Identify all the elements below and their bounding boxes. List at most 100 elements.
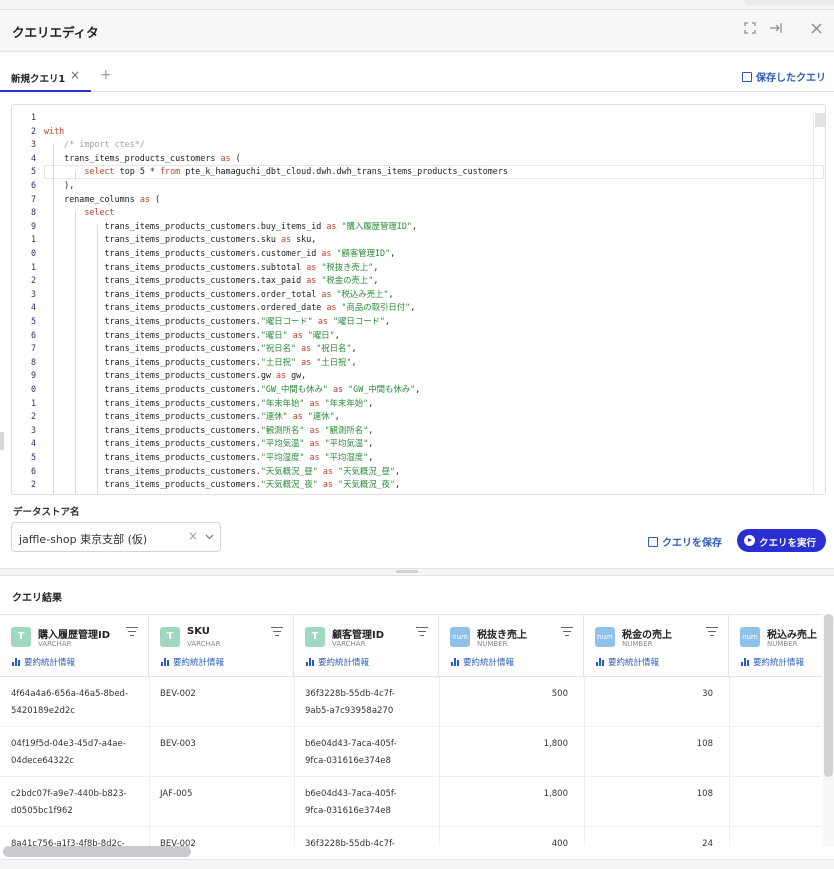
code-line[interactable]: 2 trans_items_products_customers.tax_pai… — [12, 274, 812, 288]
editor-scrollbar[interactable] — [815, 113, 825, 127]
add-tab-icon[interactable]: + — [100, 67, 112, 83]
column-header[interactable]: num 税込み売上 NUMBER 要約統計情報 — [729, 615, 822, 678]
clear-icon[interactable]: × — [188, 529, 198, 543]
line-number: 1 — [30, 234, 36, 245]
tab-new-query-1[interactable]: 新規クエリ1 × — [0, 63, 91, 92]
results-horizontal-scrollbar[interactable] — [0, 846, 822, 857]
indent-guide — [75, 211, 76, 494]
top-strip — [0, 0, 834, 10]
code-line[interactable]: 1 trans_items_products_customers."年末年始" … — [12, 397, 812, 411]
table-cell: 36f3228b-55db-4c7f- 9ab5-a7c93958a270 — [305, 839, 395, 846]
code-line[interactable]: 5 trans_items_products_customers."曜日コード"… — [12, 315, 812, 329]
code-text: rename_columns as ( — [44, 193, 160, 204]
code-line[interactable]: 3 /* import ctes*/ — [12, 138, 812, 152]
line-number: 7 — [30, 343, 36, 354]
column-header[interactable]: num 税抜き売上 NUMBER 要約統計情報 — [439, 615, 584, 678]
code-line[interactable]: 4 trans_items_products_customers."平均気温" … — [12, 437, 812, 451]
line-number: 7 — [30, 193, 36, 204]
save-query-label: クエリを保存 — [662, 538, 722, 549]
code-line[interactable]: 0 trans_items_products_customers."GW_中間も… — [12, 383, 812, 397]
summary-stats-link[interactable]: 要約統計情報 — [596, 656, 659, 668]
code-line[interactable]: 1 trans_items_products_customers.subtota… — [12, 261, 812, 275]
text-type-icon: T — [305, 627, 325, 647]
table-row[interactable]: 04f19f5d-04e3-45d7-a4ae- 04dece64322c BEV… — [0, 727, 822, 777]
sql-editor[interactable]: 1 2 with 3 /* import ctes*/4 trans_items_pr… — [11, 104, 826, 495]
datastore-select[interactable]: jaffle-shop 東京支部 (仮) × — [11, 522, 221, 552]
table-row[interactable]: 4f64a4a6-656a-46a5-8bed- 5420189e2d2c BEV… — [0, 677, 822, 727]
bar-chart-icon — [741, 658, 750, 666]
filter-icon[interactable] — [126, 627, 138, 637]
code-line[interactable]: 6 ), — [12, 179, 812, 193]
code-line[interactable]: 6 trans_items_products_customers."天気概況_昼… — [12, 465, 812, 479]
code-line[interactable]: 1 trans_items_products_customers.sku as … — [12, 233, 812, 247]
table-row[interactable]: 8a41c756-a1f3-4f8b-8d2c- 7b6c9f0e1a33 BEV… — [0, 827, 822, 846]
run-query-button[interactable]: クエリを実行 — [737, 529, 826, 552]
close-icon[interactable] — [807, 22, 825, 40]
table-cell: 500 — [551, 689, 568, 699]
line-number: 8 — [30, 207, 36, 218]
summary-stats-link[interactable]: 要約統計情報 — [161, 656, 224, 668]
table-cell: 108 — [696, 789, 713, 799]
code-line[interactable]: 8 trans_items_products_customers."土日祝" a… — [12, 356, 812, 370]
datastore-value: jaffle-shop 東京支部 (仮) — [19, 533, 148, 546]
saved-queries-button[interactable]: 保存したクエリ — [742, 69, 826, 84]
summary-stats-link[interactable]: 要約統計情報 — [12, 656, 75, 668]
filter-icon[interactable] — [271, 627, 283, 637]
code-line[interactable]: 4 trans_items_products_customers as ( — [12, 152, 812, 166]
line-number: 5 — [30, 316, 36, 326]
resize-handle[interactable] — [0, 432, 4, 450]
save-query-button[interactable]: クエリを保存 — [648, 534, 722, 549]
code-line[interactable]: 8 select — [12, 206, 812, 220]
line-number: 4 — [30, 302, 36, 313]
table-cell: 4f64a4a6-656a-46a5-8bed- 5420189e2d2c — [11, 689, 129, 716]
code-line[interactable]: 3 trans_items_products_customers."観測所名" … — [12, 424, 812, 438]
summary-stats-link[interactable]: 要約統計情報 — [741, 656, 804, 668]
code-line[interactable]: 7 rename_columns as ( — [12, 193, 812, 207]
expand-icon[interactable] — [741, 22, 759, 40]
filter-icon[interactable] — [416, 627, 428, 637]
code-line[interactable]: 0 trans_items_products_customers.custome… — [12, 247, 812, 261]
filter-icon[interactable] — [706, 627, 718, 637]
code-text: trans_items_products_customers.buy_items… — [44, 220, 417, 231]
results-vertical-scrollbar[interactable] — [823, 614, 834, 846]
code-line[interactable]: 2 trans_items_products_customers."天気概況_夜… — [12, 478, 812, 492]
code-line[interactable]: 2 with — [12, 125, 812, 139]
code-line[interactable]: 2 trans_items_products_customers."連休" as… — [12, 410, 812, 424]
code-text: select — [84, 207, 115, 218]
bar-chart-icon — [596, 658, 605, 666]
number-type-icon: num — [740, 627, 760, 647]
divider-grip[interactable] — [396, 570, 418, 573]
editor-header: クエリエディタ — [0, 10, 834, 52]
code-line[interactable]: 3 trans_items_products_customers.order_t… — [12, 288, 812, 302]
code-line[interactable]: 6 trans_items_products_customers."曜日" as… — [12, 329, 812, 343]
summary-stats-link[interactable]: 要約統計情報 — [306, 656, 369, 668]
table-cell: 36f3228b-55db-4c7f- 9ab5-a7c93958a270 — [305, 689, 395, 716]
filter-icon[interactable] — [561, 627, 573, 637]
collapse-right-icon[interactable] — [767, 22, 785, 40]
chevron-down-icon[interactable] — [205, 529, 214, 544]
column-header[interactable]: T 顧客管理ID VARCHAR 要約統計情報 — [294, 615, 439, 678]
table-row[interactable]: c2bdc07f-a9e7-440b-b823- d0505bc1f962 JAF… — [0, 777, 822, 827]
column-divider — [149, 677, 150, 846]
code-line[interactable]: 9 trans_items_products_customers.buy_ite… — [12, 220, 812, 234]
code-line[interactable]: 1 — [12, 111, 812, 125]
table-cell: BEV-003 — [160, 739, 196, 749]
column-header[interactable]: num 税金の売上 NUMBER 要約統計情報 — [584, 615, 729, 678]
summary-stats-link[interactable]: 要約統計情報 — [451, 656, 514, 668]
line-number: 6 — [30, 329, 36, 340]
save-icon — [648, 537, 658, 547]
scroll-thumb[interactable] — [824, 614, 833, 777]
code-line[interactable]: 5 select top 5 * from pte_k_hamaguchi_db… — [12, 165, 824, 179]
scroll-thumb[interactable] — [3, 846, 191, 857]
code-line[interactable]: 4 trans_items_products_customers.ordered… — [12, 301, 812, 315]
column-header[interactable]: T 購入履歴管理ID VARCHAR 要約統計情報 — [0, 615, 149, 678]
code-text: trans_items_products_customers."平均湿度" as… — [44, 452, 374, 462]
footer-strip — [0, 859, 834, 869]
panel-divider[interactable] — [0, 568, 834, 576]
code-line[interactable]: 9 trans_items_products_customers.gw as g… — [12, 369, 812, 383]
tab-close-icon[interactable]: × — [70, 68, 80, 82]
table-cell: b6e04d43-7aca-405f- 9fca-031616e374e8 — [305, 739, 397, 766]
column-header[interactable]: T SKU VARCHAR 要約統計情報 — [149, 615, 294, 678]
code-line[interactable]: 5 trans_items_products_customers."平均湿度" … — [12, 451, 812, 465]
code-line[interactable]: 7 trans_items_products_customers."祝日名" a… — [12, 342, 812, 356]
